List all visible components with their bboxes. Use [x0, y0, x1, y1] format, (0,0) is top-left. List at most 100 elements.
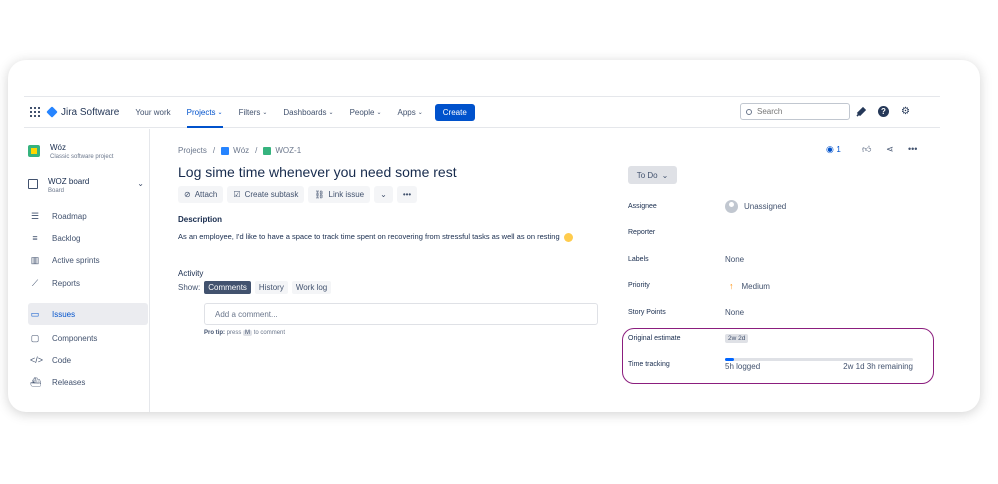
- nav-apps[interactable]: Apps ⌄: [398, 108, 423, 117]
- app-switcher-icon[interactable]: [30, 107, 40, 117]
- chevron-down-icon: ⌄: [376, 109, 382, 116]
- sidebar: Wóz Classic software project WOZ board B…: [24, 129, 150, 412]
- nav-label: People: [349, 107, 375, 117]
- assignee-name: Unassigned: [744, 202, 787, 211]
- sidebar-item-backlog[interactable]: ≡ Backlog: [28, 227, 148, 249]
- project-icon: [221, 146, 230, 155]
- breadcrumb-project[interactable]: Wóz: [233, 146, 249, 155]
- nav-label: Your work: [135, 107, 171, 117]
- more-options-button[interactable]: •••: [908, 144, 917, 154]
- tab-work-log[interactable]: Work log: [291, 281, 332, 294]
- description-body: As an employee, I'd like to have a space…: [178, 232, 560, 241]
- project-type: Classic software project: [50, 154, 114, 160]
- nav-dashboards[interactable]: Dashboards ⌄: [283, 108, 333, 117]
- create-button[interactable]: Create: [434, 103, 475, 121]
- sidebar-item-releases[interactable]: ⛴ Releases: [28, 371, 148, 393]
- sidebar-item-label: Issues: [52, 309, 76, 319]
- nav-filters[interactable]: Filters ⌄: [239, 108, 268, 117]
- sidebar-item-label: Backlog: [52, 233, 81, 243]
- help-icon[interactable]: ?: [878, 106, 889, 117]
- description-label: Description: [178, 215, 223, 224]
- jira-logo[interactable]: Jira Software: [46, 106, 120, 118]
- more-icon: •••: [908, 144, 918, 154]
- search-box[interactable]: [740, 103, 850, 120]
- priority-value[interactable]: ↑ Medium: [725, 281, 770, 291]
- sidebar-item-label: Components: [52, 333, 98, 343]
- nav-label: Filters: [238, 107, 261, 117]
- board-selector[interactable]: WOZ board Board ⌄: [28, 177, 144, 194]
- story-points-label: Story Points: [628, 309, 666, 316]
- nav-your-work[interactable]: Your work: [135, 108, 170, 117]
- sidebar-item-active-sprints[interactable]: ▥ Active sprints: [28, 249, 148, 271]
- project-name: Wóz: [50, 143, 66, 152]
- more-actions-button[interactable]: •••: [396, 186, 418, 203]
- pro-tip: Pro tip: press M to comment: [204, 330, 285, 336]
- issue-actions: ⊘ Attach ☑ Create subtask ⛓ Link issue ⌄…: [178, 186, 418, 203]
- backlog-icon: ≡: [32, 233, 38, 243]
- sidebar-item-roadmap[interactable]: ☰ Roadmap: [28, 205, 148, 227]
- labels-label: Labels: [628, 256, 649, 263]
- more-icon: •••: [402, 190, 412, 199]
- comment-input[interactable]: Add a comment...: [204, 303, 598, 325]
- activity-filter: Show: Comments History Work log: [178, 281, 332, 294]
- attach-button[interactable]: ⊘ Attach: [178, 186, 224, 203]
- board-icon: [28, 179, 38, 189]
- top-nav: Jira Software Your work Projects ⌄ Filte…: [24, 96, 940, 128]
- share-icon: ⋖: [886, 144, 894, 154]
- nav-label: Dashboards: [283, 107, 327, 117]
- watch-count: 1: [836, 145, 841, 154]
- tab-comments[interactable]: Comments: [204, 281, 251, 294]
- sidebar-item-label: Roadmap: [52, 211, 87, 221]
- description-text[interactable]: As an employee, I'd like to have a space…: [178, 232, 573, 242]
- status-dropdown[interactable]: To Do ⌄: [628, 166, 677, 184]
- components-icon: ▢: [30, 333, 40, 343]
- time-tracking-bar[interactable]: [725, 358, 913, 361]
- breadcrumb: Projects / Wóz / WOZ-1: [178, 146, 301, 155]
- board-name: WOZ board: [48, 177, 90, 186]
- chevron-down-icon: ⌄: [137, 179, 144, 188]
- show-label: Show:: [178, 283, 201, 292]
- story-points-value[interactable]: None: [725, 308, 744, 317]
- sidebar-item-reports[interactable]: ⟋ Reports: [28, 272, 148, 294]
- roadmap-icon: ☰: [30, 211, 40, 221]
- link-issue-dropdown[interactable]: ⌄: [374, 186, 393, 203]
- nav-projects[interactable]: Projects ⌄: [186, 107, 223, 128]
- watch-button[interactable]: ◉ 1: [826, 144, 841, 155]
- labels-value[interactable]: None: [725, 255, 744, 264]
- priority-name: Medium: [741, 281, 770, 291]
- share-button[interactable]: ⋖: [886, 144, 894, 155]
- search-input[interactable]: [757, 107, 837, 116]
- time-tracking-fill: [725, 358, 735, 361]
- original-estimate-value[interactable]: 2w 2d: [725, 334, 749, 343]
- pro-tip-suffix: to comment: [253, 330, 286, 336]
- sidebar-item-label: Reports: [52, 278, 81, 288]
- gear-icon[interactable]: ⚙: [900, 106, 911, 117]
- issue-title[interactable]: Log sime time whenever you need some res…: [178, 164, 457, 180]
- code-icon: </>: [30, 355, 44, 365]
- sidebar-item-issues[interactable]: ▭ Issues: [28, 303, 148, 325]
- project-avatar-icon: [28, 145, 40, 157]
- chevron-down-icon: ⌄: [380, 190, 387, 199]
- breadcrumb-projects[interactable]: Projects: [178, 146, 207, 155]
- nav-label: Projects: [186, 107, 216, 117]
- notifications-icon[interactable]: [856, 106, 867, 117]
- tab-history[interactable]: History: [254, 281, 288, 294]
- activity-label: Activity: [178, 269, 204, 278]
- like-button[interactable]: 👍︎: [862, 144, 871, 155]
- logo-text: Jira Software: [61, 106, 120, 118]
- sidebar-item-code[interactable]: </> Code: [28, 349, 148, 371]
- arrow-up-icon: ↑: [729, 281, 734, 291]
- breadcrumb-issue[interactable]: WOZ-1: [275, 146, 301, 155]
- link-issue-button[interactable]: ⛓ Link issue: [308, 186, 371, 203]
- project-header[interactable]: Wóz Classic software project: [28, 143, 113, 160]
- avatar: [725, 200, 738, 213]
- nav-people[interactable]: People ⌄: [350, 108, 382, 117]
- chevron-down-icon: ⌄: [417, 109, 423, 116]
- link-issue-label: Link issue: [328, 190, 365, 199]
- chevron-down-icon: ⌄: [328, 109, 334, 116]
- create-subtask-button[interactable]: ☑ Create subtask: [227, 186, 305, 203]
- breadcrumb-separator: /: [255, 146, 258, 155]
- assignee-value[interactable]: Unassigned: [725, 200, 786, 213]
- time-remaining: 2w 1d 3h remaining: [843, 362, 913, 371]
- sidebar-item-components[interactable]: ▢ Components: [28, 327, 148, 349]
